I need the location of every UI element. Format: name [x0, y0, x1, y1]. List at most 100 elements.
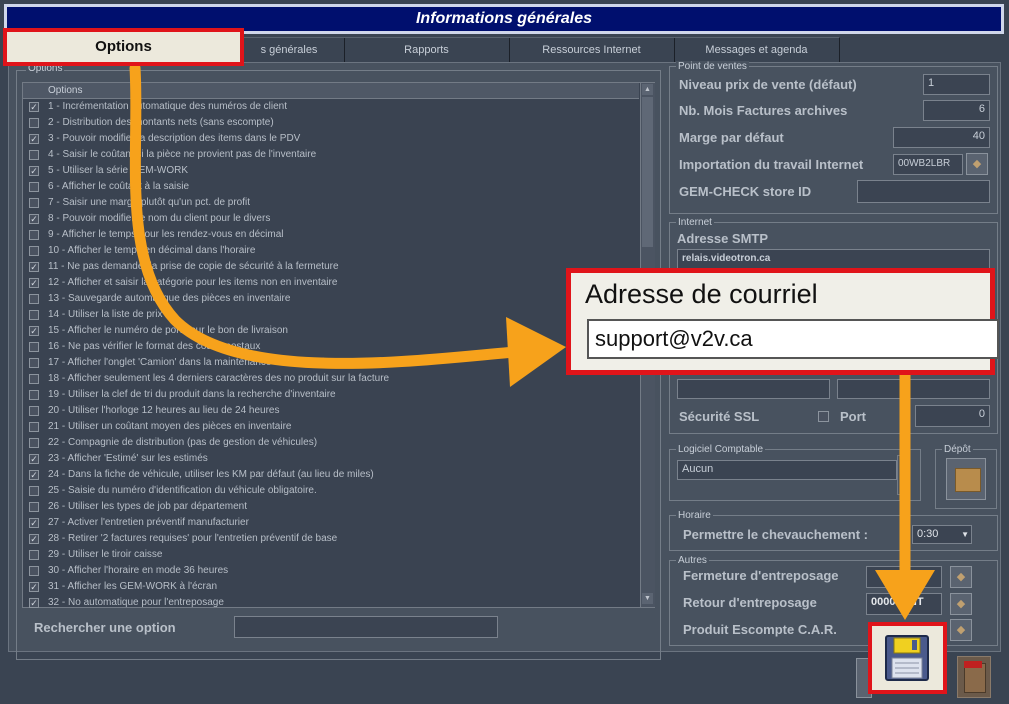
- tab-ressources-internet[interactable]: Ressources Internet: [509, 37, 675, 62]
- option-checkbox[interactable]: [29, 486, 39, 496]
- option-row[interactable]: ✓ 23 - Afficher 'Estimé' sur les estimés: [23, 451, 639, 467]
- option-row[interactable]: ✓ 28 - Retirer '2 factures requises' pour…: [23, 531, 639, 547]
- option-row[interactable]: 4 - Saisir le coûtant si la pièce ne pro…: [23, 147, 639, 163]
- depot-button[interactable]: [946, 458, 986, 500]
- option-checkbox[interactable]: [29, 342, 39, 352]
- option-row[interactable]: ✓ 31 - Afficher les GEM-WORK à l'écran: [23, 579, 639, 595]
- option-row[interactable]: ✓ 27 - Activer l'entretien préventif manu…: [23, 515, 639, 531]
- option-checkbox[interactable]: ✓: [29, 214, 39, 224]
- option-checkbox[interactable]: ✓: [29, 134, 39, 144]
- tab-generales[interactable]: s générales: [234, 37, 345, 62]
- option-checkbox[interactable]: ✓: [29, 534, 39, 544]
- produit-browse-icon[interactable]: ◆: [950, 619, 972, 641]
- importation-browse-icon[interactable]: ◆: [966, 153, 988, 175]
- option-row[interactable]: ✓ 12 - Afficher et saisir la catégorie po…: [23, 275, 639, 291]
- option-checkbox[interactable]: [29, 566, 39, 576]
- option-checkbox[interactable]: [29, 502, 39, 512]
- niveau-prix-input[interactable]: 1: [923, 74, 990, 95]
- nb-mois-input[interactable]: 6: [923, 100, 990, 121]
- option-row[interactable]: 19 - Utiliser la clef de tri du produit …: [23, 387, 639, 403]
- scroll-down-arrow-icon[interactable]: ▼: [642, 593, 653, 604]
- option-row[interactable]: 9 - Afficher le temps pour les rendez-vo…: [23, 227, 639, 243]
- option-row[interactable]: ✓ 5 - Utiliser la série GEM-WORK: [23, 163, 639, 179]
- list-column-header[interactable]: Options: [23, 83, 639, 99]
- option-checkbox[interactable]: [29, 310, 39, 320]
- email-input[interactable]: support@v2v.ca: [587, 319, 999, 359]
- option-checkbox[interactable]: ✓: [29, 278, 39, 288]
- option-row[interactable]: ✓ 3 - Pouvoir modifier la description des…: [23, 131, 639, 147]
- option-row[interactable]: ✓ 1 - Incrémentation automatique des numé…: [23, 99, 639, 115]
- option-row[interactable]: 25 - Saisie du numéro d'identification d…: [23, 483, 639, 499]
- retour-input[interactable]: 00000ENT: [866, 593, 942, 615]
- option-checkbox[interactable]: ✓: [29, 326, 39, 336]
- fermeture-browse-icon[interactable]: ◆: [950, 566, 972, 588]
- option-checkbox[interactable]: ✓: [29, 262, 39, 272]
- logiciel-scrollbar[interactable]: [897, 455, 909, 495]
- option-row[interactable]: 29 - Utiliser le tiroir caisse: [23, 547, 639, 563]
- option-row[interactable]: 6 - Afficher le coûtant à la saisie: [23, 179, 639, 195]
- retour-browse-icon[interactable]: ◆: [950, 593, 972, 615]
- option-row[interactable]: 20 - Utiliser l'horloge 12 heures au lie…: [23, 403, 639, 419]
- smtp-input[interactable]: relais.videotron.ca: [677, 249, 990, 269]
- password-field[interactable]: [837, 379, 990, 399]
- option-checkbox[interactable]: [29, 406, 39, 416]
- option-row[interactable]: ✓ 11 - Ne pas demander la prise de copie …: [23, 259, 639, 275]
- option-row[interactable]: 26 - Utiliser les types de job par dépar…: [23, 499, 639, 515]
- option-checkbox[interactable]: ✓: [29, 518, 39, 528]
- tab-messages-agenda[interactable]: Messages et agenda: [674, 37, 840, 62]
- option-row[interactable]: 21 - Utiliser un coûtant moyen des pièce…: [23, 419, 639, 435]
- scroll-thumb[interactable]: [642, 97, 653, 247]
- option-row[interactable]: ✓ 15 - Afficher le numéro de porte sur le…: [23, 323, 639, 339]
- option-checkbox[interactable]: ✓: [29, 454, 39, 464]
- option-checkbox[interactable]: [29, 438, 39, 448]
- option-row[interactable]: 7 - Saisir une marge plutôt qu'un pct. d…: [23, 195, 639, 211]
- option-row[interactable]: ✓ 8 - Pouvoir modifier le nom du client p…: [23, 211, 639, 227]
- marge-input[interactable]: 40: [893, 127, 990, 148]
- logiciel-comptable-select[interactable]: Aucun: [677, 460, 897, 480]
- option-checkbox[interactable]: ✓: [29, 102, 39, 112]
- search-option-label: Rechercher une option: [34, 620, 176, 635]
- option-checkbox[interactable]: [29, 358, 39, 368]
- ssl-checkbox[interactable]: [818, 411, 829, 422]
- option-row[interactable]: ✓ 24 - Dans la fiche de véhicule, utilise…: [23, 467, 639, 483]
- option-row[interactable]: 13 - Sauvegarde automatique des pièces e…: [23, 291, 639, 307]
- exit-button[interactable]: [957, 656, 991, 698]
- option-checkbox[interactable]: [29, 374, 39, 384]
- option-row[interactable]: 18 - Afficher seulement les 4 derniers c…: [23, 371, 639, 387]
- search-option-input[interactable]: [234, 616, 498, 638]
- option-row[interactable]: 22 - Compagnie de distribution (pas de g…: [23, 435, 639, 451]
- importation-input[interactable]: 00WB2LBR: [893, 154, 963, 175]
- option-checkbox[interactable]: [29, 390, 39, 400]
- option-checkbox[interactable]: [29, 246, 39, 256]
- tab-options[interactable]: Options: [3, 28, 244, 66]
- option-checkbox[interactable]: [29, 198, 39, 208]
- option-checkbox[interactable]: [29, 422, 39, 432]
- save-button[interactable]: [868, 622, 947, 694]
- option-row[interactable]: 16 - Ne pas vérifier le format des codes…: [23, 339, 639, 355]
- option-row[interactable]: 30 - Afficher l'horaire en mode 36 heure…: [23, 563, 639, 579]
- option-checkbox[interactable]: ✓: [29, 166, 39, 176]
- option-row[interactable]: 2 - Distribution des montants nets (sans…: [23, 115, 639, 131]
- gemcheck-input[interactable]: [857, 180, 990, 203]
- option-checkbox[interactable]: ✓: [29, 470, 39, 480]
- user-field[interactable]: [677, 379, 830, 399]
- option-row[interactable]: 10 - Afficher le temps en décimal dans l…: [23, 243, 639, 259]
- option-checkbox[interactable]: [29, 550, 39, 560]
- tab-rapports[interactable]: Rapports: [344, 37, 510, 62]
- option-row[interactable]: ✓ 32 - No automatique pour l'entreposage: [23, 595, 639, 611]
- option-checkbox[interactable]: [29, 150, 39, 160]
- fermeture-input[interactable]: [866, 566, 942, 588]
- chevron-down-icon[interactable]: ▼: [961, 526, 969, 543]
- chevauchement-select[interactable]: 0:30 ▼: [912, 525, 972, 544]
- port-input[interactable]: 0: [915, 405, 990, 427]
- option-checkbox[interactable]: [29, 118, 39, 128]
- option-checkbox[interactable]: ✓: [29, 582, 39, 592]
- scroll-up-arrow-icon[interactable]: ▲: [642, 84, 653, 95]
- option-checkbox[interactable]: [29, 294, 39, 304]
- option-checkbox[interactable]: [29, 230, 39, 240]
- option-checkbox[interactable]: ✓: [29, 598, 39, 608]
- option-row[interactable]: 17 - Afficher l'onglet 'Camion' dans la …: [23, 355, 639, 371]
- option-row[interactable]: 14 - Utiliser la liste de prix: [23, 307, 639, 323]
- options-list[interactable]: Options ✓ 1 - Incrémentation automatique …: [22, 82, 655, 608]
- option-checkbox[interactable]: [29, 182, 39, 192]
